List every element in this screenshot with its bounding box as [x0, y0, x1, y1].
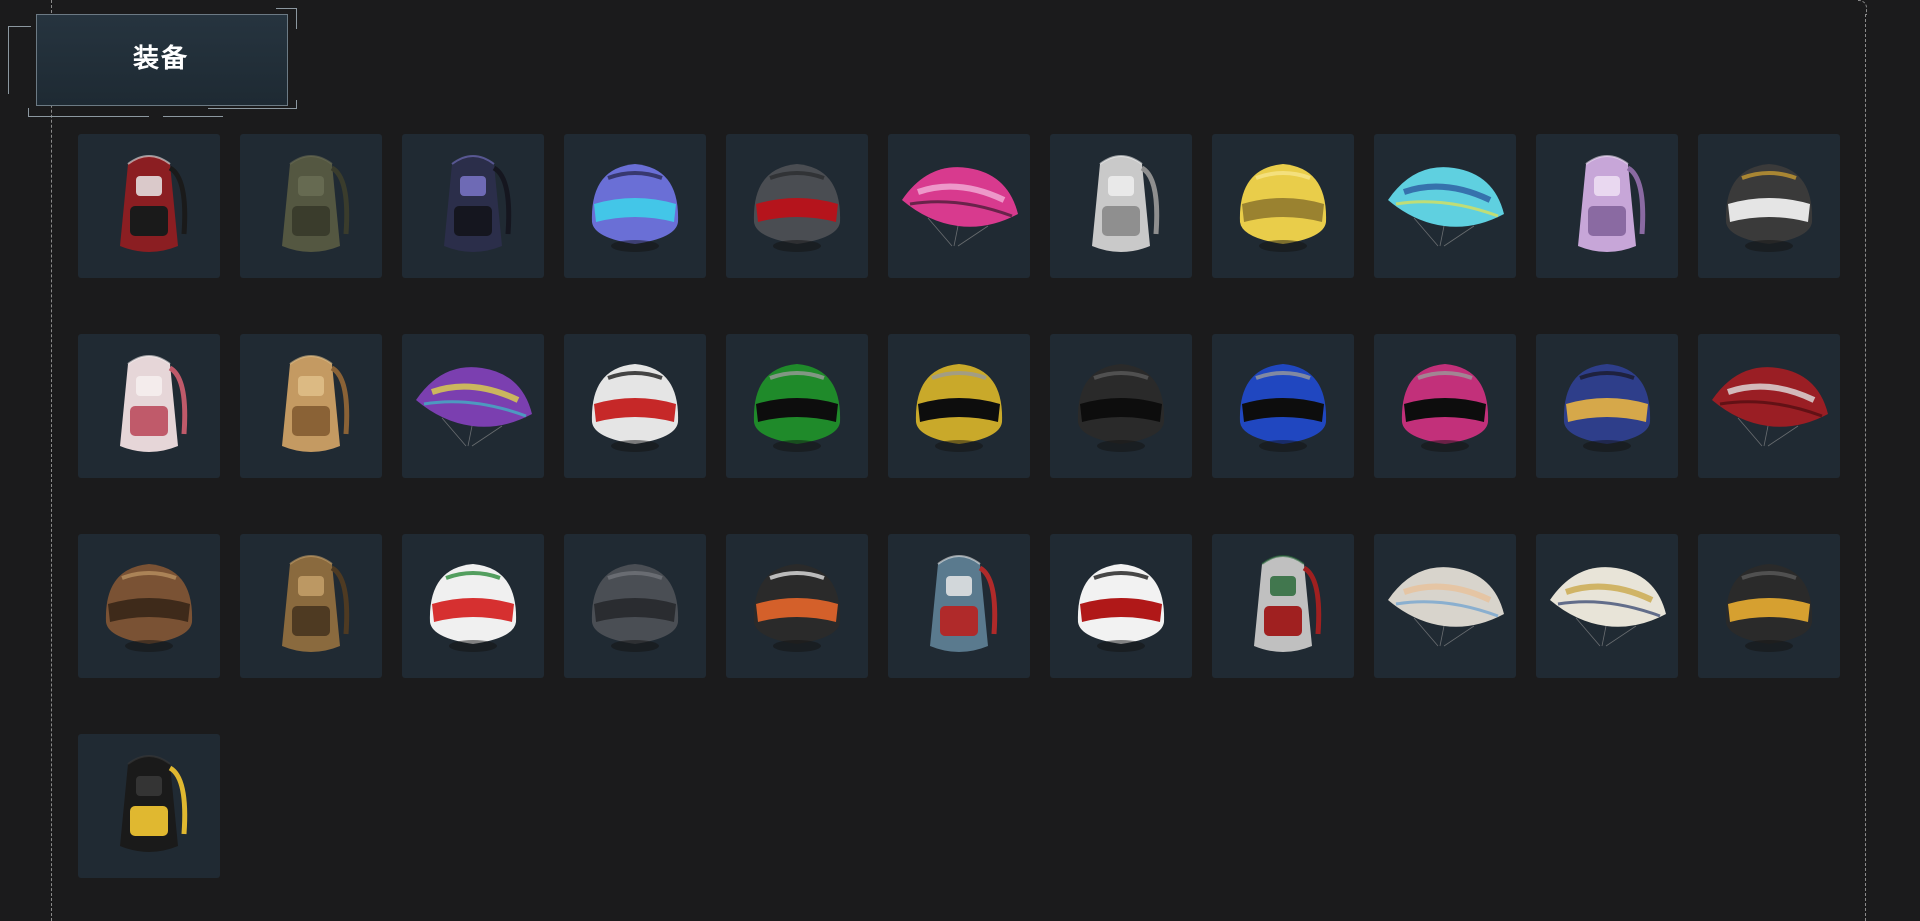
header-corner-decoration [163, 116, 223, 117]
equipment-item-backpack[interactable] [78, 734, 220, 878]
equipment-item-helmet[interactable] [564, 134, 706, 278]
frame-left-border [51, 0, 52, 921]
equipment-item-helmet[interactable] [726, 134, 868, 278]
backpack-icon [1092, 155, 1160, 252]
equipment-item-parachute[interactable] [1374, 134, 1516, 278]
equipment-item-parachute[interactable] [1374, 534, 1516, 678]
equipment-item-helmet[interactable] [1698, 534, 1840, 678]
helmet-icon [1563, 364, 1651, 452]
helmet-icon [753, 564, 841, 652]
helmet-icon [753, 164, 841, 252]
equipment-item-helmet[interactable] [1050, 534, 1192, 678]
equipment-item-helmet[interactable] [78, 534, 220, 678]
equipment-item-helmet[interactable] [1050, 334, 1192, 478]
header-corner-decoration [28, 108, 149, 117]
equipment-item-parachute[interactable] [1698, 334, 1840, 478]
frame-right-border [1865, 14, 1866, 921]
equipment-item-parachute[interactable] [888, 134, 1030, 278]
helmet-icon [591, 364, 679, 452]
header-corner-decoration [8, 26, 31, 41]
helmet-icon [1239, 364, 1327, 452]
section-header: 装备 [8, 8, 298, 118]
helmet-icon [429, 564, 517, 652]
backpack-icon [282, 355, 350, 452]
parachute-icon [902, 167, 1018, 247]
helmet-icon [1725, 164, 1813, 252]
parachute-icon [416, 367, 532, 447]
backpack-icon [1578, 155, 1646, 252]
helmet-icon [105, 564, 193, 652]
backpack-icon [282, 555, 350, 652]
parachute-icon [1388, 167, 1504, 247]
equipment-item-helmet[interactable] [888, 334, 1030, 478]
equipment-item-helmet[interactable] [1698, 134, 1840, 278]
helmet-icon [591, 164, 679, 252]
equipment-item-backpack[interactable] [402, 134, 544, 278]
parachute-icon [1712, 367, 1828, 447]
helmet-icon [1239, 164, 1327, 252]
equipment-item-helmet[interactable] [726, 534, 868, 678]
backpack-icon [120, 155, 188, 252]
backpack-icon [282, 155, 350, 252]
equipment-item-backpack[interactable] [78, 134, 220, 278]
helmet-icon [1725, 564, 1813, 652]
equipment-item-backpack[interactable] [240, 534, 382, 678]
helmet-icon [1401, 364, 1489, 452]
header-corner-decoration [8, 26, 9, 94]
parachute-icon [1388, 567, 1504, 647]
section-title: 装备 [132, 44, 189, 74]
equipment-item-helmet[interactable] [726, 334, 868, 478]
equipment-item-backpack[interactable] [1212, 534, 1354, 678]
equipment-item-helmet[interactable] [1212, 334, 1354, 478]
equipment-item-backpack[interactable] [78, 334, 220, 478]
parachute-icon [1550, 567, 1666, 647]
helmet-icon [591, 564, 679, 652]
helmet-icon [1077, 564, 1165, 652]
equipment-item-backpack[interactable] [1050, 134, 1192, 278]
backpack-icon [120, 355, 188, 452]
equipment-item-parachute[interactable] [402, 334, 544, 478]
equipment-item-backpack[interactable] [240, 334, 382, 478]
equipment-grid [78, 134, 1840, 878]
equipment-item-helmet[interactable] [1374, 334, 1516, 478]
equipment-item-helmet[interactable] [1212, 134, 1354, 278]
frame-right-corner [1858, 0, 1867, 15]
backpack-icon [444, 155, 512, 252]
backpack-icon [930, 555, 998, 652]
backpack-icon [1254, 555, 1322, 652]
helmet-icon [915, 364, 1003, 452]
equipment-item-helmet[interactable] [402, 534, 544, 678]
backpack-icon [120, 755, 188, 852]
equipment-item-backpack[interactable] [240, 134, 382, 278]
helmet-icon [1077, 364, 1165, 452]
equipment-item-helmet[interactable] [1536, 334, 1678, 478]
equipment-item-parachute[interactable] [1536, 534, 1678, 678]
equipment-item-helmet[interactable] [564, 534, 706, 678]
equipment-item-helmet[interactable] [564, 334, 706, 478]
equipment-item-backpack[interactable] [888, 534, 1030, 678]
equipment-item-backpack[interactable] [1536, 134, 1678, 278]
helmet-icon [753, 364, 841, 452]
